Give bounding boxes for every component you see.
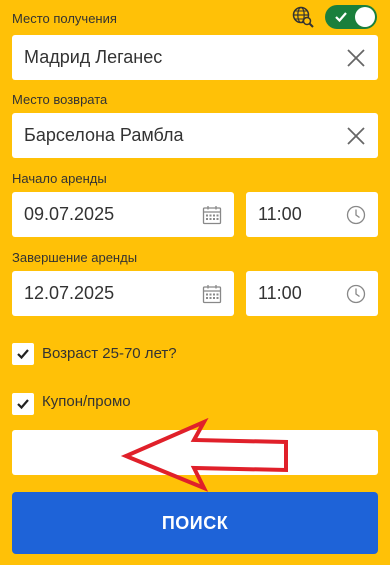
dropoff-location-field[interactable]: Барселона Рамбла [12, 113, 378, 158]
red-arrow-annotation [120, 418, 288, 492]
check-icon [17, 399, 29, 410]
end-time-field[interactable]: 11:00 [246, 271, 378, 316]
clock-icon [334, 192, 378, 237]
same-location-toggle[interactable] [325, 5, 377, 29]
coupon-label[interactable]: Купон/промо [42, 393, 131, 410]
clock-icon [334, 271, 378, 316]
toggle-knob [355, 7, 375, 27]
pickup-location-field[interactable]: Мадрид Леганес [12, 35, 378, 80]
age-label[interactable]: Возраст 25-70 лет? [42, 345, 177, 362]
end-date-field[interactable]: 12.07.2025 [12, 271, 234, 316]
pickup-label: Место получения [12, 11, 117, 26]
globe-search-icon[interactable] [292, 6, 314, 28]
check-icon [335, 12, 347, 23]
start-date-field[interactable]: 09.07.2025 [12, 192, 234, 237]
start-label: Начало аренды [12, 171, 107, 186]
start-date-value: 09.07.2025 [24, 204, 115, 224]
dropoff-location-value: Барселона Рамбла [24, 125, 184, 145]
check-icon [17, 349, 29, 360]
calendar-icon [190, 192, 234, 237]
end-date-value: 12.07.2025 [24, 283, 115, 303]
end-time-value: 11:00 [258, 283, 302, 303]
start-time-value: 11:00 [258, 204, 302, 224]
calendar-icon [190, 271, 234, 316]
clear-dropoff-icon[interactable] [334, 113, 378, 158]
search-button[interactable]: ПОИСК [12, 492, 378, 554]
clear-pickup-icon[interactable] [334, 35, 378, 80]
end-label: Завершение аренды [12, 250, 138, 265]
dropoff-label: Место возврата [12, 92, 108, 107]
coupon-checkbox[interactable] [12, 393, 34, 415]
pickup-location-value: Мадрид Леганес [24, 47, 163, 67]
age-checkbox[interactable] [12, 343, 34, 365]
start-time-field[interactable]: 11:00 [246, 192, 378, 237]
